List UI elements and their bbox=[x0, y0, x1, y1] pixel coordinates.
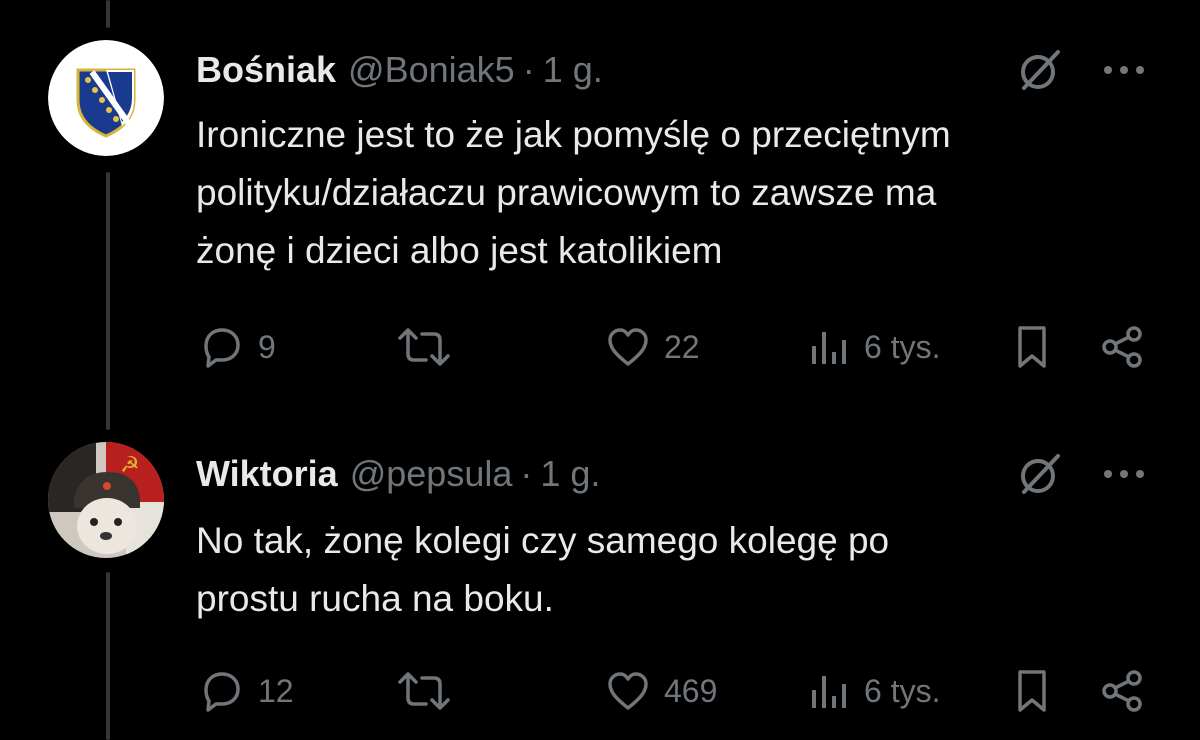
bosnian-coat-of-arms-icon bbox=[48, 40, 164, 156]
heart-icon bbox=[608, 672, 648, 710]
bookmark-button[interactable] bbox=[1012, 322, 1052, 372]
views-button[interactable]: 6 tys. bbox=[808, 322, 940, 372]
grok-icon[interactable] bbox=[1014, 44, 1066, 96]
separator: · bbox=[520, 453, 533, 494]
tweet-text-line: żonę i dzieci albo jest katolikiem bbox=[196, 230, 723, 271]
tweet-text-line: Ironiczne jest to że jak pomyślę o przec… bbox=[196, 114, 951, 155]
heart-icon bbox=[608, 328, 648, 366]
separator: · bbox=[522, 49, 535, 90]
tweet-text-line: polityku/działaczu prawicowym to zawsze … bbox=[196, 172, 937, 213]
like-button[interactable]: 469 bbox=[606, 666, 717, 716]
tweet-actions: 9 22 6 tys. bbox=[0, 322, 1200, 372]
reply-icon bbox=[204, 328, 240, 368]
like-count: 469 bbox=[664, 672, 718, 709]
author-handle[interactable]: @Boniak5 bbox=[348, 49, 515, 91]
more-options-icon[interactable] bbox=[1100, 464, 1148, 484]
tweet-actions: 12 469 6 tys. bbox=[0, 666, 1200, 716]
reply-count: 9 bbox=[258, 328, 276, 365]
views-button[interactable]: 6 tys. bbox=[808, 666, 940, 716]
avatar[interactable] bbox=[48, 40, 164, 156]
timestamp[interactable]: 1 g. bbox=[540, 453, 600, 495]
like-button[interactable]: 22 bbox=[606, 322, 700, 372]
tweet-header: Bośniak @Boniak5 · 1 g. bbox=[196, 48, 603, 92]
tweet-text: No tak, żonę kolegi czy samego kolegę po… bbox=[196, 512, 1156, 628]
author-name[interactable]: Bośniak bbox=[196, 49, 336, 91]
author-handle[interactable]: @pepsula bbox=[350, 453, 513, 495]
share-button[interactable] bbox=[1100, 666, 1146, 716]
avatar[interactable]: ☭ bbox=[48, 442, 164, 558]
reply-button[interactable]: 12 bbox=[198, 666, 294, 716]
view-count: 6 tys. bbox=[864, 672, 941, 709]
author-name[interactable]: Wiktoria bbox=[196, 453, 338, 495]
repost-button[interactable] bbox=[396, 322, 452, 372]
dog-with-ushanka-photo-icon: ☭ bbox=[48, 442, 164, 558]
views-icon bbox=[812, 676, 846, 708]
bookmark-icon bbox=[1018, 326, 1046, 368]
tweet-text-line: No tak, żonę kolegi czy samego kolegę po bbox=[196, 520, 890, 561]
share-icon bbox=[1102, 670, 1142, 712]
grok-icon[interactable] bbox=[1014, 448, 1066, 500]
more-options-icon[interactable] bbox=[1100, 60, 1148, 80]
tweet[interactable]: Bośniak @Boniak5 · 1 g. Ironiczne jest t… bbox=[0, 0, 1200, 420]
repost-icon bbox=[398, 672, 450, 710]
like-count: 22 bbox=[664, 328, 700, 365]
tweet-text-line: prostu rucha na boku. bbox=[196, 578, 554, 619]
reply-icon bbox=[204, 672, 240, 712]
bookmark-button[interactable] bbox=[1012, 666, 1052, 716]
views-icon bbox=[812, 332, 846, 364]
tweet[interactable]: ☭ Wiktoria @pepsula · 1 g. No tak, żonę … bbox=[0, 420, 1200, 740]
reply-count: 12 bbox=[258, 672, 294, 709]
share-icon bbox=[1102, 326, 1142, 368]
timestamp[interactable]: 1 g. bbox=[543, 49, 603, 91]
reply-button[interactable]: 9 bbox=[198, 322, 276, 372]
repost-button[interactable] bbox=[396, 666, 452, 716]
tweet-header: Wiktoria @pepsula · 1 g. bbox=[196, 452, 600, 496]
tweet-text: Ironiczne jest to że jak pomyślę o przec… bbox=[196, 106, 1156, 280]
bookmark-icon bbox=[1018, 670, 1046, 712]
repost-icon bbox=[398, 328, 450, 366]
svg-text:☭: ☭ bbox=[120, 453, 140, 478]
share-button[interactable] bbox=[1100, 322, 1146, 372]
view-count: 6 tys. bbox=[864, 328, 941, 365]
